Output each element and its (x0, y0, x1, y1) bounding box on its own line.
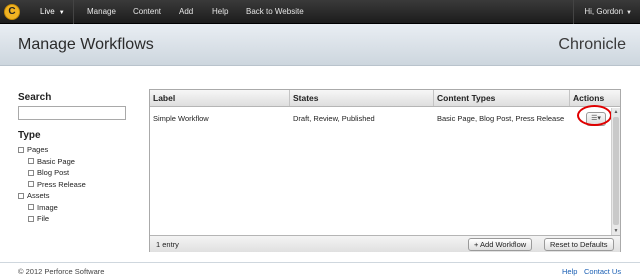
footer-contact-link[interactable]: Contact Us (584, 267, 621, 276)
filter-label: Assets (27, 191, 50, 200)
nav-add[interactable]: Add (179, 0, 193, 24)
nav-content[interactable]: Content (133, 0, 161, 24)
chevron-down-icon: ▼ (626, 10, 632, 16)
chevron-down-icon: ▼ (58, 10, 65, 16)
grid-scrollbar[interactable]: ▲ ▼ (611, 108, 620, 235)
nav-back-to-website[interactable]: Back to Website (246, 0, 304, 24)
checkbox-icon[interactable] (28, 158, 34, 164)
reset-to-defaults-button[interactable]: Reset to Defaults (544, 238, 614, 251)
user-menu[interactable]: Hi, Gordon ▼ (573, 0, 640, 24)
type-filter-blog-post[interactable]: Blog Post (18, 167, 130, 179)
live-mode-button[interactable]: Live ▼ (26, 0, 74, 24)
checkbox-icon[interactable] (18, 146, 24, 153)
footer-help-link[interactable]: Help (562, 267, 577, 276)
live-mode-label: Live (40, 7, 55, 16)
highlight-ring-annotation (577, 105, 612, 126)
column-header-content-types[interactable]: Content Types (434, 90, 570, 106)
workflow-content-types-cell: Basic Page, Blog Post, Press Release (437, 114, 565, 123)
column-header-actions: Actions (573, 93, 605, 103)
filter-label: Pages (27, 145, 49, 154)
filter-label: Basic Page (37, 156, 75, 166)
column-header-label[interactable]: Label (150, 90, 290, 106)
search-heading: Search (18, 92, 52, 103)
page-header: Manage Workflows Chronicle (0, 24, 640, 66)
workflow-states-cell: Draft, Review, Published (293, 114, 375, 123)
checkbox-icon[interactable] (28, 215, 34, 222)
search-input[interactable] (18, 106, 126, 120)
type-heading: Type (18, 130, 41, 141)
filter-label: Press Release (37, 179, 86, 189)
grid-footer: 1 entry + Add Workflow Reset to Defaults (150, 235, 620, 252)
scrollbar-thumb[interactable] (613, 117, 619, 225)
top-navigation-bar: C Live ▼ Manage Content Add Help Back to … (0, 0, 640, 24)
checkbox-icon[interactable] (28, 181, 34, 187)
nav-manage[interactable]: Manage (87, 0, 116, 24)
nav-help[interactable]: Help (212, 0, 228, 24)
filter-label: File (37, 214, 50, 223)
table-row[interactable]: Simple Workflow Draft, Review, Published… (150, 108, 610, 130)
type-filter-basic-page[interactable]: Basic Page (18, 156, 130, 168)
grid-header: Label States Content Types Actions (150, 90, 620, 107)
brand-name: Chronicle (558, 36, 626, 53)
checkbox-icon[interactable] (28, 169, 34, 176)
type-filter-tree: Pages Basic Page Blog Post Press Release… (18, 144, 130, 225)
type-filter-press-release[interactable]: Press Release (18, 179, 130, 191)
type-filter-image[interactable]: Image (18, 202, 130, 214)
column-header-states[interactable]: States (290, 90, 434, 106)
workflows-grid: Label States Content Types Actions Simpl… (149, 89, 621, 252)
filter-label: Image (37, 202, 58, 212)
add-workflow-button[interactable]: + Add Workflow (468, 238, 533, 251)
workflow-label-cell: Simple Workflow (153, 114, 209, 123)
entry-count: 1 entry (156, 240, 179, 249)
page-title: Manage Workflows (18, 36, 154, 53)
type-filter-pages[interactable]: Pages (18, 144, 130, 156)
type-filter-assets[interactable]: Assets (18, 190, 130, 202)
filter-label: Blog Post (37, 168, 70, 177)
checkbox-icon[interactable] (28, 204, 34, 210)
filter-sidebar: Search Type Pages Basic Page Blog Post P… (18, 92, 130, 225)
copyright-text: © 2012 Perforce Software (18, 267, 105, 276)
chronicle-logo-icon[interactable]: C (4, 4, 20, 20)
scroll-down-arrow-icon[interactable]: ▼ (612, 227, 620, 235)
checkbox-icon[interactable] (18, 192, 24, 199)
scroll-up-arrow-icon[interactable]: ▲ (612, 108, 620, 116)
type-filter-file[interactable]: File (18, 213, 130, 225)
page-footer: © 2012 Perforce Software Help Contact Us (0, 262, 640, 280)
user-greeting: Hi, Gordon (584, 7, 624, 16)
